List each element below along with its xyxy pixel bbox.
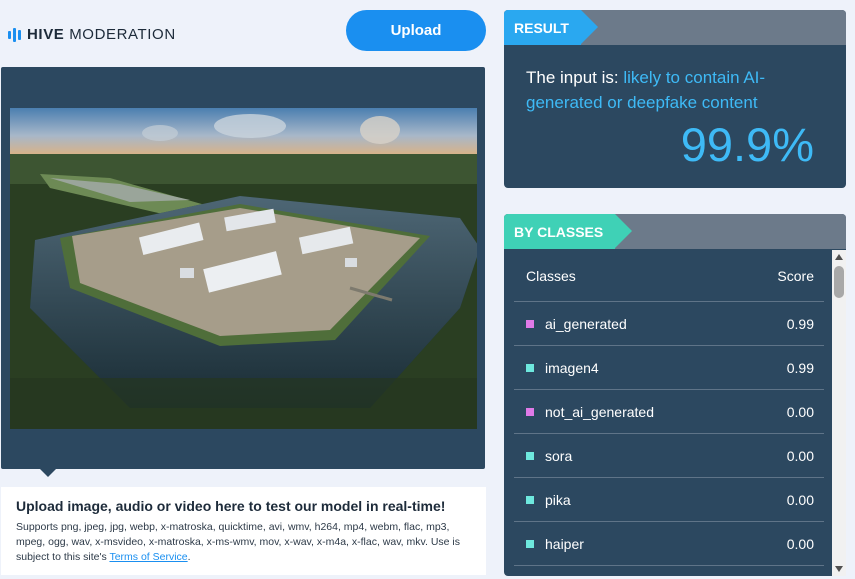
- class-color-marker: [526, 451, 534, 460]
- class-score: 0.00: [786, 447, 814, 464]
- result-header: RESULT: [504, 10, 846, 45]
- score-column-header: Score: [777, 268, 814, 284]
- class-name-cell: sora: [526, 448, 572, 464]
- class-name: imagen4: [545, 359, 599, 376]
- class-name-cell: imagen4: [526, 360, 599, 376]
- terms-of-service-link[interactable]: Terms of Service: [109, 551, 187, 563]
- result-card: RESULT The input is: likely to contain A…: [504, 10, 846, 188]
- class-name: ai_generated: [545, 315, 627, 332]
- class-score: 0.99: [786, 359, 814, 376]
- class-name: haiper: [545, 535, 584, 552]
- result-statement: The input is: likely to contain AI-gener…: [526, 68, 766, 112]
- uploaded-image-panel: [1, 67, 485, 469]
- scroll-down-icon[interactable]: [835, 566, 843, 572]
- upload-info-description: Supports png, jpeg, jpg, webp, x-matrosk…: [16, 521, 460, 563]
- hive-logo[interactable]: HIVE MODERATION: [8, 26, 176, 43]
- classes-tag: BY CLASSES: [504, 214, 633, 249]
- classes-column-header: Classes: [526, 268, 576, 284]
- class-name-cell: pika: [526, 492, 571, 508]
- brand-name: HIVE MODERATION: [27, 26, 176, 43]
- class-name: not_ai_generated: [545, 403, 654, 420]
- class-name: pika: [545, 491, 571, 508]
- uploaded-image: [10, 108, 477, 429]
- table-row: imagen4 0.99: [514, 346, 824, 390]
- class-name-cell: not_ai_generated: [526, 404, 654, 420]
- upload-button[interactable]: Upload: [346, 10, 486, 51]
- class-color-marker: [526, 407, 534, 416]
- class-name-cell: ai_generated: [526, 316, 627, 332]
- upload-info: Upload image, audio or video here to tes…: [1, 487, 486, 575]
- classes-table: Classes Score ai_generated 0.99 imagen4 0.9…: [514, 251, 824, 566]
- result-tag: RESULT: [504, 10, 598, 45]
- class-score: 0.00: [786, 491, 814, 508]
- classes-scrollbar[interactable]: [832, 250, 846, 576]
- table-row: not_ai_generated 0.00: [514, 390, 824, 434]
- class-name-cell: haiper: [526, 536, 584, 552]
- image-panel-pointer: [39, 468, 57, 477]
- class-color-marker: [526, 363, 534, 372]
- classes-card: BY CLASSES Classes Score ai_generated 0.9…: [504, 214, 846, 576]
- table-row: ai_generated 0.99: [514, 302, 824, 346]
- upload-info-title: Upload image, audio or video here to tes…: [16, 498, 446, 514]
- class-name: sora: [545, 447, 573, 464]
- classes-table-header: Classes Score: [514, 251, 824, 302]
- class-score: 0.00: [786, 403, 814, 420]
- scrollbar-thumb[interactable]: [834, 266, 844, 298]
- classes-header: BY CLASSES: [504, 214, 846, 249]
- class-score: 0.00: [786, 535, 814, 552]
- class-color-marker: [526, 495, 534, 504]
- result-percentage: 99.9%: [680, 118, 814, 171]
- class-color-marker: [526, 319, 534, 328]
- class-score: 0.99: [786, 315, 814, 332]
- table-row: pika 0.00: [514, 478, 824, 522]
- table-row: sora 0.00: [514, 434, 824, 478]
- scroll-up-icon[interactable]: [835, 254, 843, 260]
- hive-logo-icon: [8, 27, 21, 42]
- table-row: haiper 0.00: [514, 522, 824, 566]
- class-color-marker: [526, 539, 534, 548]
